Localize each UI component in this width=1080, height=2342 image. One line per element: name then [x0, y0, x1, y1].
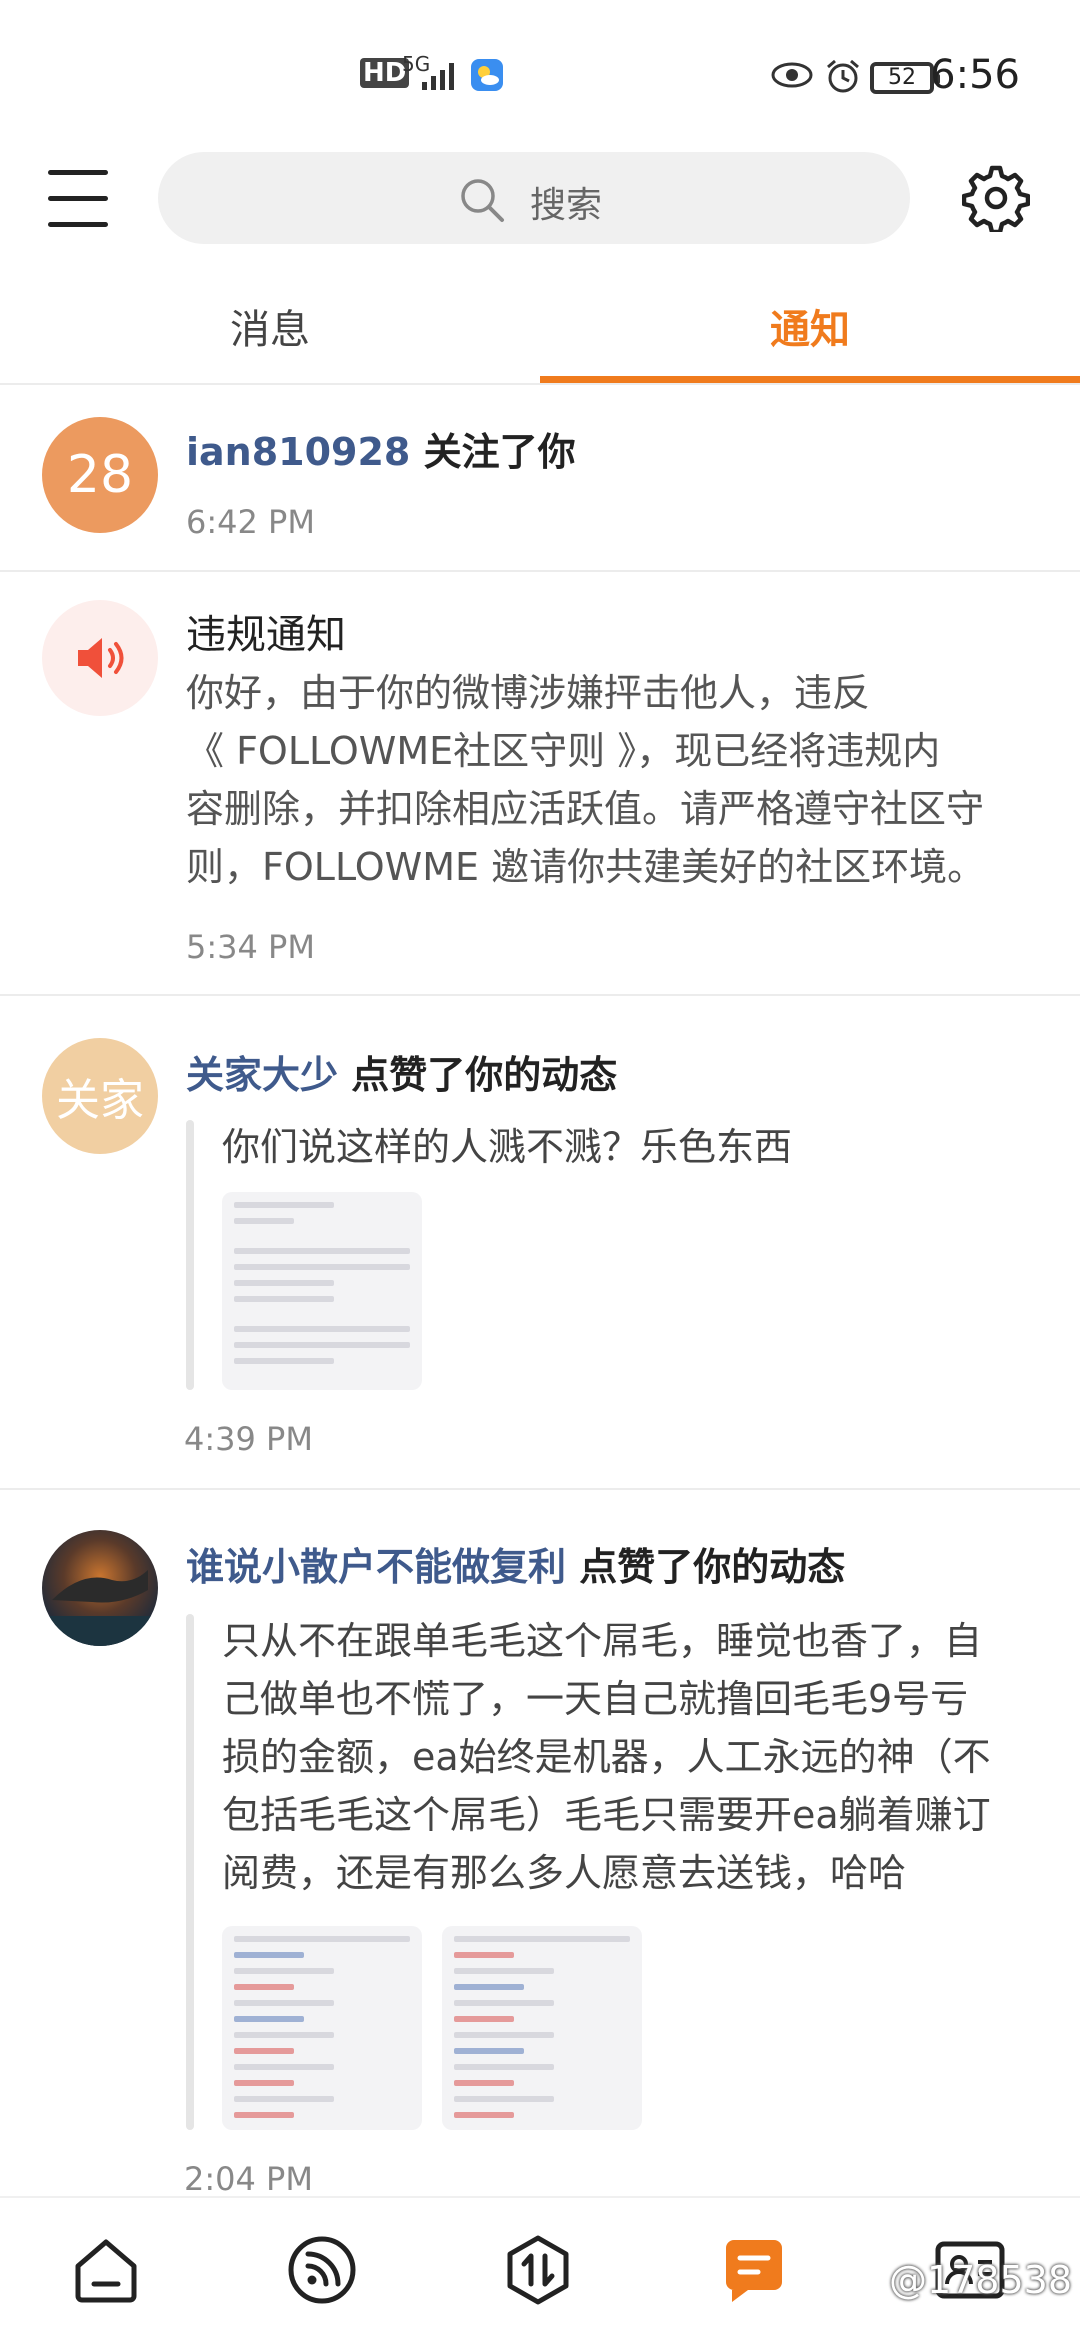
timestamp: 5:34 PM [186, 928, 315, 966]
active-tab-indicator [540, 376, 1080, 383]
username-link[interactable]: 谁说小散户不能做复利 [186, 1545, 566, 1589]
timestamp: 2:04 PM [184, 2160, 313, 2198]
message-icon[interactable] [718, 2234, 790, 2306]
eye-comfort-icon [771, 62, 813, 88]
menu-button[interactable] [48, 170, 108, 227]
home-icon[interactable] [70, 2234, 142, 2306]
post-image-thumbnail[interactable] [222, 1192, 422, 1390]
post-image-thumbnail[interactable] [222, 1926, 422, 2130]
action-text: 点赞了你的动态 [338, 1053, 618, 1097]
tab-notifications[interactable]: 通知 [540, 300, 1080, 370]
username-link[interactable]: ian810928 [186, 430, 410, 474]
battery-indicator: 52 [870, 62, 940, 94]
notification-like[interactable]: 关家 关家大少 点赞了你的动态 你们说这样的人溅不溅？乐色东西 4:39 PM [0, 996, 1080, 1486]
search-bar[interactable]: 搜索 [158, 152, 910, 244]
signal-icon [422, 63, 454, 90]
post-image-thumbnail[interactable] [442, 1926, 642, 2130]
search-placeholder: 搜索 [530, 185, 603, 226]
settings-gear-icon[interactable] [962, 164, 1030, 232]
avatar[interactable]: 28 [42, 417, 158, 533]
action-text: 关注了你 [410, 430, 576, 474]
watermark: @178538 [888, 2258, 1072, 2302]
weather-app-icon [471, 59, 503, 91]
tab-messages[interactable]: 消息 [0, 300, 540, 370]
username-link[interactable]: 关家大少 [186, 1053, 338, 1097]
avatar[interactable] [42, 1530, 158, 1646]
notice-body: 你好，由于你的微博涉嫌抨击他人，违反 《 FOLLOWME社区守则 》，现已经将… [186, 671, 986, 889]
quote-bar [186, 1120, 194, 1390]
notification-violation[interactable]: 违规通知 你好，由于你的微博涉嫌抨击他人，违反 《 FOLLOWME社区守则 》… [0, 572, 1080, 992]
avatar[interactable]: 关家 [42, 1038, 158, 1154]
timestamp: 6:42 PM [186, 503, 315, 541]
trade-icon[interactable] [502, 2234, 574, 2306]
status-time: 6:56 [930, 52, 1020, 98]
notification-follow[interactable]: 28 ian810928 关注了你 6:42 PM [0, 385, 1080, 570]
quoted-post-text[interactable]: 只从不在跟单毛毛这个屌毛，睡觉也香了，自 己做单也不慌了，一天自己就撸回毛毛9号… [222, 1612, 1052, 1902]
status-bar: HD 5G 52 6:56 [0, 0, 1080, 150]
action-text: 点赞了你的动态 [566, 1545, 846, 1589]
quoted-post-text[interactable]: 你们说这样的人溅不溅？乐色东西 [222, 1118, 792, 1176]
search-icon [461, 179, 504, 222]
bottom-navigation: @178538 [0, 2196, 1080, 2342]
notice-title: 违规通知 [186, 612, 346, 658]
notification-like[interactable]: 谁说小散户不能做复利 点赞了你的动态 只从不在跟单毛毛这个屌毛，睡觉也香了，自 … [0, 1490, 1080, 2198]
speaker-icon [42, 600, 158, 716]
feed-icon[interactable] [286, 2234, 358, 2306]
alarm-icon [827, 59, 859, 93]
quote-bar [186, 1614, 194, 2130]
timestamp: 4:39 PM [184, 1420, 313, 1458]
